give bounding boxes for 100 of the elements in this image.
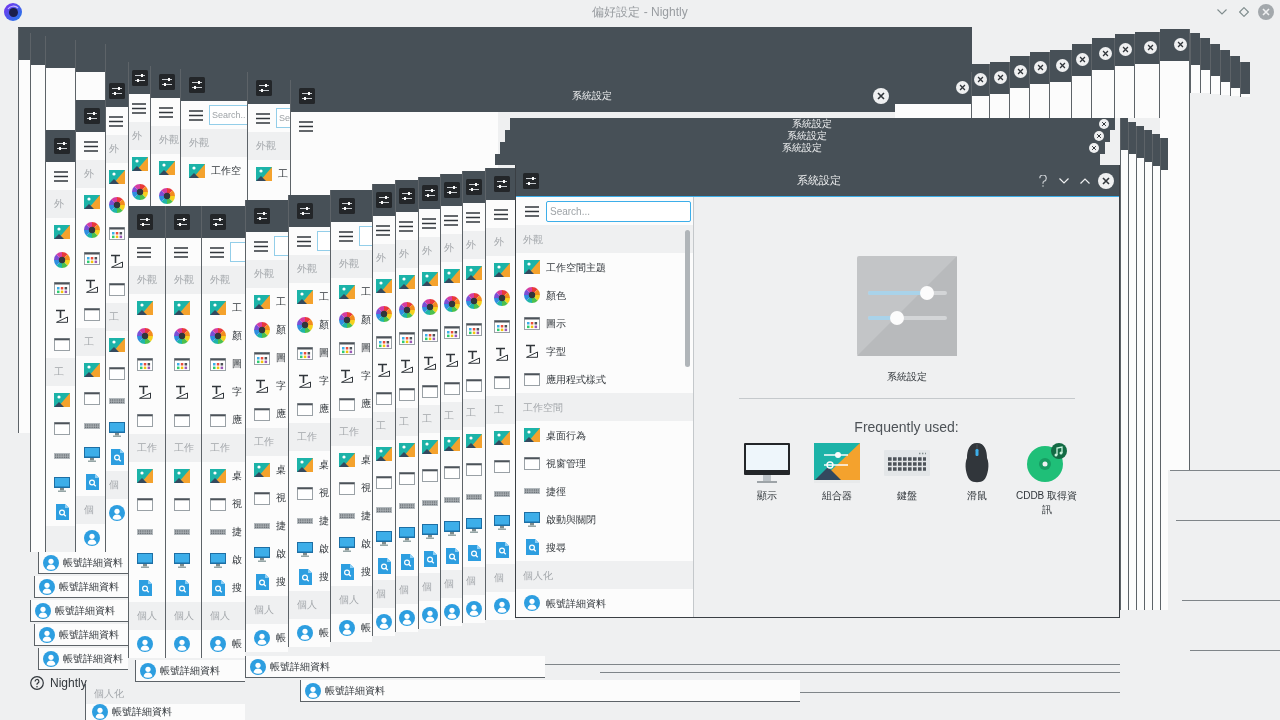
search-document-icon <box>175 580 189 596</box>
user-icon <box>494 598 510 614</box>
monitor-icon <box>174 552 190 568</box>
search-field[interactable]: Search... <box>546 200 691 222</box>
sliders-icon <box>174 214 190 230</box>
color-wheel-icon <box>54 252 70 268</box>
wallpaper-icon <box>109 170 125 184</box>
section-header: 個 <box>486 564 515 592</box>
search-field[interactable] <box>317 231 330 251</box>
window-icon <box>339 481 355 495</box>
monitor-icon <box>524 511 540 527</box>
shortcut-item[interactable]: 鍵盤 <box>871 442 942 517</box>
wallpaper-icon <box>494 431 510 445</box>
search-field[interactable] <box>359 226 372 246</box>
keyboard-icon <box>84 423 100 429</box>
close-icon <box>1119 43 1132 56</box>
sidebar-label: 圖 <box>276 351 286 365</box>
sidebar-label: 帳號詳細資料 <box>325 684 385 698</box>
monitor-icon <box>297 541 313 557</box>
sidebar-label: 工 <box>232 301 242 315</box>
shortcut-item[interactable]: 滑鼠 <box>941 442 1012 517</box>
sidebar-label: 字 <box>276 379 286 393</box>
font-icon <box>525 344 539 358</box>
font-icon <box>110 254 124 268</box>
section-heading: Frequently used: <box>854 418 959 436</box>
section-header: 工 <box>486 396 515 424</box>
icon-grid-icon <box>109 226 125 240</box>
icon-grid-icon <box>339 341 355 355</box>
icon-grid-icon <box>254 351 270 365</box>
sidebar-label: 顏 <box>361 313 371 327</box>
color-wheel-icon <box>84 222 100 238</box>
window-icon <box>174 497 190 511</box>
background-window <box>1240 62 1250 97</box>
search-field[interactable] <box>274 236 288 256</box>
search-field[interactable] <box>230 242 245 262</box>
sidebar-label: 帳 <box>361 621 371 635</box>
keyboard-icon <box>444 497 460 503</box>
scrollbar-thumb[interactable] <box>685 230 690 367</box>
section-header: 外觀 <box>166 266 201 294</box>
shortcut-item[interactable]: 組合器 <box>801 442 872 517</box>
wallpaper-icon <box>189 164 205 178</box>
keyboard-icon <box>339 513 355 519</box>
color-wheel-icon <box>210 328 226 344</box>
sliders-icon <box>299 88 315 104</box>
wallpaper-icon <box>84 195 100 209</box>
shortcut-item[interactable]: 顯示 <box>731 442 802 517</box>
wallpaper-icon <box>524 260 540 274</box>
wallpaper-icon <box>109 338 125 352</box>
font-icon <box>255 379 269 393</box>
round-logo-icon <box>4 3 22 21</box>
user-icon <box>84 530 100 546</box>
font-icon <box>85 279 99 293</box>
section-header: 個人 <box>166 602 201 630</box>
window-icon <box>54 421 70 435</box>
monitor-icon <box>137 552 153 568</box>
font-icon <box>445 353 459 367</box>
sidebar-label: 應 <box>232 413 242 427</box>
sliders-icon <box>137 214 153 230</box>
section-header: 工 <box>373 412 395 440</box>
monitor-icon <box>466 517 482 533</box>
monitor-icon <box>494 514 510 530</box>
search-document-icon <box>110 449 124 465</box>
wallpaper-icon <box>444 269 460 283</box>
section-header: 外觀 <box>248 132 290 160</box>
search-document-icon <box>138 580 152 596</box>
color-wheel-icon <box>376 306 392 322</box>
section-header: 外觀 <box>151 126 180 154</box>
section-header: 個人 <box>289 591 330 619</box>
sidebar-label: 捷 <box>319 514 329 528</box>
close-button[interactable] <box>1097 171 1115 190</box>
shortcut-item[interactable]: CDDB 取得資訊 <box>1011 442 1082 517</box>
close-icon <box>974 73 987 86</box>
sliders-icon <box>189 77 205 93</box>
sidebar-label: 帳號詳細資料 <box>270 660 330 674</box>
section-header: 工 <box>419 405 440 433</box>
sidebar-label: 視 <box>276 491 286 505</box>
help-icon <box>1039 174 1047 187</box>
monitor-icon <box>399 526 415 542</box>
window-title: 系統設定 <box>572 89 612 103</box>
background-window <box>1210 44 1220 94</box>
wallpaper-icon <box>132 157 148 171</box>
menu-button[interactable] <box>524 203 540 219</box>
close-icon <box>1099 47 1112 60</box>
sidebar-label: 工 <box>361 285 371 299</box>
menu-icon <box>256 113 270 124</box>
wallpaper-icon <box>54 393 70 407</box>
menu-icon <box>109 116 123 127</box>
sidebar-label: 字 <box>232 385 242 399</box>
keyboard-icon <box>883 450 930 476</box>
wallpaper-icon <box>254 295 270 309</box>
sidebar-label: 工作空 <box>211 164 241 178</box>
search-document-icon <box>400 554 414 570</box>
font-icon <box>138 385 152 399</box>
wallpaper-icon <box>210 301 226 315</box>
sidebar-label: 桌 <box>361 453 371 467</box>
section-header: 外觀 <box>331 250 372 278</box>
user-icon <box>39 579 55 595</box>
menu-icon <box>422 218 436 229</box>
window-icon <box>210 413 226 427</box>
sliders-icon <box>132 70 148 86</box>
